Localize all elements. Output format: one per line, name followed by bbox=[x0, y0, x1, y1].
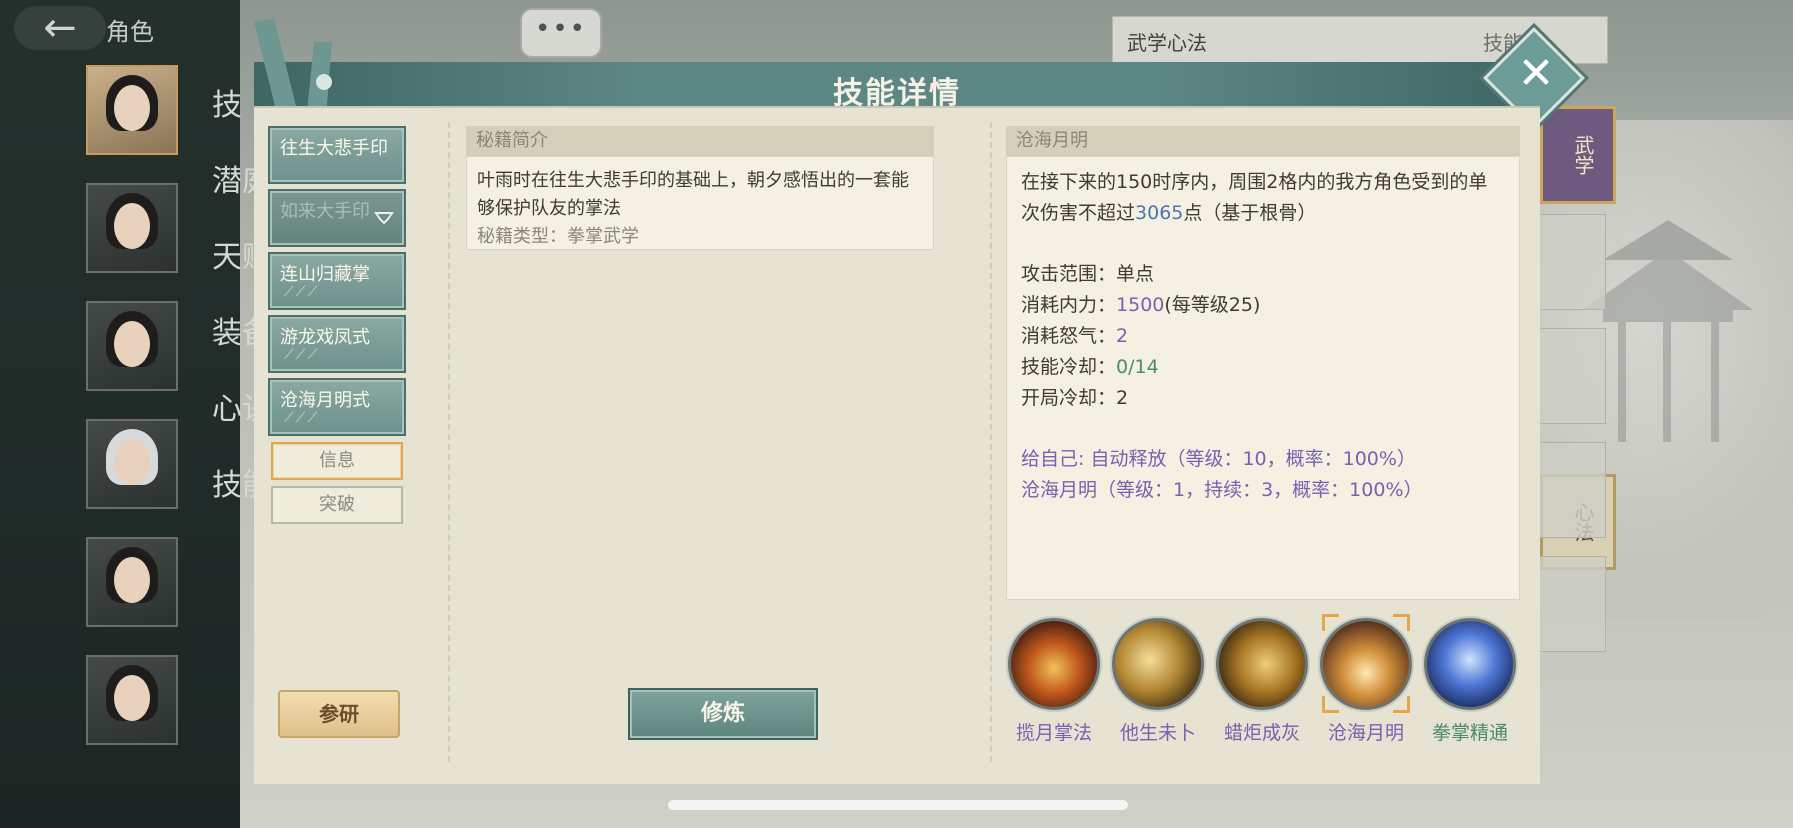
detail-box: 在接下来的150时序内，周围2格内的我方角色受到的单次伤害不超过3065点（基于… bbox=[1006, 156, 1520, 600]
face-shape bbox=[114, 85, 150, 131]
detail-header: 沧海月明 bbox=[1006, 126, 1520, 156]
stat-value: 2 bbox=[1116, 387, 1129, 409]
skill-level-ticks: ⟋⟋⟋ bbox=[284, 284, 320, 300]
golden-beast-icon bbox=[1216, 618, 1308, 710]
character-portrait[interactable] bbox=[86, 419, 178, 509]
related-skill[interactable]: 蜡炬成灰 bbox=[1214, 618, 1310, 745]
panel-title: 武学心法 bbox=[1127, 31, 1207, 55]
screen-title: 角色 bbox=[106, 18, 154, 46]
back-button[interactable]: ← bbox=[14, 5, 106, 51]
skill-icon-label: 沧海月明 bbox=[1327, 722, 1404, 744]
skill-icon-label: 蜡炬成灰 bbox=[1223, 722, 1300, 744]
character-portrait[interactable] bbox=[86, 183, 178, 273]
skill-icon-label: 他生未卜 bbox=[1119, 722, 1196, 744]
divider bbox=[990, 122, 992, 762]
intro-type: 秘籍类型：拳掌武学 bbox=[477, 223, 923, 251]
self-label: 给自己: bbox=[1021, 448, 1091, 470]
skill-icon-label: 拳掌精通 bbox=[1431, 722, 1508, 744]
face-shape bbox=[114, 675, 150, 721]
lock-icon bbox=[374, 212, 394, 225]
home-indicator[interactable] bbox=[668, 800, 1128, 810]
close-icon[interactable]: ✕ bbox=[1508, 46, 1564, 102]
intro-type-label: 秘籍类型： bbox=[477, 226, 567, 247]
skill-list-item[interactable]: 沧海月明式 ⟋⟋⟋ bbox=[268, 378, 406, 436]
stat-label: 技能冷却： bbox=[1021, 356, 1117, 378]
face-shape bbox=[114, 203, 150, 249]
stat-start-cooldown: 开局冷却：2 bbox=[1021, 383, 1505, 414]
skill-list-item[interactable]: 往生大悲手印 bbox=[268, 126, 406, 184]
desc-value: 3065 bbox=[1135, 202, 1184, 224]
intro-type-value: 拳掌武学 bbox=[567, 226, 639, 247]
skill-name: 如来大手印 bbox=[280, 201, 370, 222]
research-button[interactable]: 参研 bbox=[278, 690, 400, 738]
train-button[interactable]: 修炼 bbox=[628, 688, 818, 740]
skill-list: 往生大悲手印 如来大手印 连山归藏掌 ⟋⟋⟋ 游龙戏凤式 ⟋⟋⟋ 沧海月明式 ⟋… bbox=[268, 126, 406, 524]
tab-info[interactable]: 信息 bbox=[271, 442, 403, 480]
tab-breakthrough[interactable]: 突破 bbox=[271, 486, 403, 524]
stat-value: 0/14 bbox=[1116, 356, 1159, 378]
selection-corner bbox=[1393, 696, 1410, 713]
character-portrait[interactable] bbox=[86, 65, 178, 155]
skill-detail-modal: 技能详情 ✕ 往生大悲手印 如来大手印 连山归藏掌 ⟋⟋⟋ 游龙戏凤式 ⟋⟋⟋ bbox=[254, 18, 1585, 784]
selection-corner bbox=[1393, 614, 1410, 631]
desc-suffix: 点（基于根骨） bbox=[1183, 202, 1317, 224]
character-portrait[interactable] bbox=[86, 301, 178, 391]
skill-name: 往生大悲手印 bbox=[280, 138, 388, 159]
self-effect: 自动释放（等级：10，概率：100%） bbox=[1090, 448, 1416, 470]
face-shape bbox=[114, 439, 150, 485]
intro-box: 叶雨时在往生大悲手印的基础上，朝夕感悟出的一套能够保护队友的掌法 秘籍类型：拳掌… bbox=[466, 156, 934, 250]
face-shape bbox=[114, 321, 150, 367]
stat-cooldown: 技能冷却：0/14 bbox=[1021, 352, 1505, 383]
face-shape bbox=[114, 557, 150, 603]
self-effect-2: 沧海月明（等级：1，持续：3，概率：100%） bbox=[1021, 479, 1423, 501]
dash-figure-icon bbox=[1112, 618, 1204, 710]
stat-mp: 消耗内力：1500(每等级25) bbox=[1021, 290, 1505, 321]
skill-icon-label: 揽月掌法 bbox=[1015, 722, 1092, 744]
stat-label: 开局冷却： bbox=[1021, 387, 1117, 409]
intro-text: 叶雨时在往生大悲手印的基础上，朝夕感悟出的一套能够保护队友的掌法 bbox=[477, 170, 909, 219]
selection-corner bbox=[1322, 614, 1339, 631]
stat-label: 消耗怒气： bbox=[1021, 325, 1117, 347]
stat-label: 消耗内力： bbox=[1021, 294, 1117, 316]
skill-name: 沧海月明式 bbox=[280, 390, 370, 411]
skill-name: 游龙戏凤式 bbox=[280, 327, 370, 348]
stat-label: 攻击范围： bbox=[1021, 263, 1117, 285]
flame-aura-icon bbox=[1008, 618, 1100, 710]
stat-value: 1500 bbox=[1116, 294, 1165, 316]
detail-description: 在接下来的150时序内，周围2格内的我方角色受到的单次伤害不超过3065点（基于… bbox=[1021, 167, 1505, 229]
related-skill[interactable]: 拳掌精通 bbox=[1422, 618, 1518, 745]
skill-level-ticks: ⟋⟋⟋ bbox=[284, 410, 320, 426]
selection-corner bbox=[1322, 696, 1339, 713]
intro-header: 秘籍简介 bbox=[466, 126, 934, 156]
related-skills: 揽月掌法 他生未卜 蜡炬成灰 沧海月明 拳掌精通 bbox=[1006, 614, 1536, 748]
character-portrait[interactable] bbox=[86, 655, 178, 745]
skill-name: 连山归藏掌 bbox=[280, 264, 370, 285]
character-portraits bbox=[86, 65, 178, 773]
skill-list-item[interactable]: 游龙戏凤式 ⟋⟋⟋ bbox=[268, 315, 406, 373]
chat-button[interactable]: ••• bbox=[520, 8, 602, 58]
related-skill[interactable]: 沧海月明 bbox=[1318, 614, 1414, 745]
wuxue-tab[interactable]: 武学 bbox=[1540, 106, 1616, 204]
related-skill[interactable]: 他生未卜 bbox=[1110, 618, 1206, 745]
skill-level-ticks: ⟋⟋⟋ bbox=[284, 347, 320, 363]
divider bbox=[448, 122, 450, 762]
chat-dots-icon: ••• bbox=[534, 14, 587, 44]
skill-list-item[interactable]: 如来大手印 bbox=[268, 189, 406, 247]
back-arrow-icon: ← bbox=[43, 5, 77, 51]
stat-range: 攻击范围：单点 bbox=[1021, 259, 1505, 290]
self-effect-line: 给自己: 自动释放（等级：10，概率：100%） bbox=[1021, 444, 1505, 475]
stat-value: 2 bbox=[1116, 325, 1129, 347]
character-portrait[interactable] bbox=[86, 537, 178, 627]
related-skill[interactable]: 揽月掌法 bbox=[1006, 618, 1102, 745]
stat-value: 单点 bbox=[1116, 263, 1155, 285]
stat-rage: 消耗怒气：2 bbox=[1021, 321, 1505, 352]
modal-body: 往生大悲手印 如来大手印 连山归藏掌 ⟋⟋⟋ 游龙戏凤式 ⟋⟋⟋ 沧海月明式 ⟋… bbox=[254, 106, 1540, 784]
skill-list-item[interactable]: 连山归藏掌 ⟋⟋⟋ bbox=[268, 252, 406, 310]
blue-spirit-icon bbox=[1424, 618, 1516, 710]
stat-extra: (每等级25) bbox=[1164, 294, 1261, 316]
